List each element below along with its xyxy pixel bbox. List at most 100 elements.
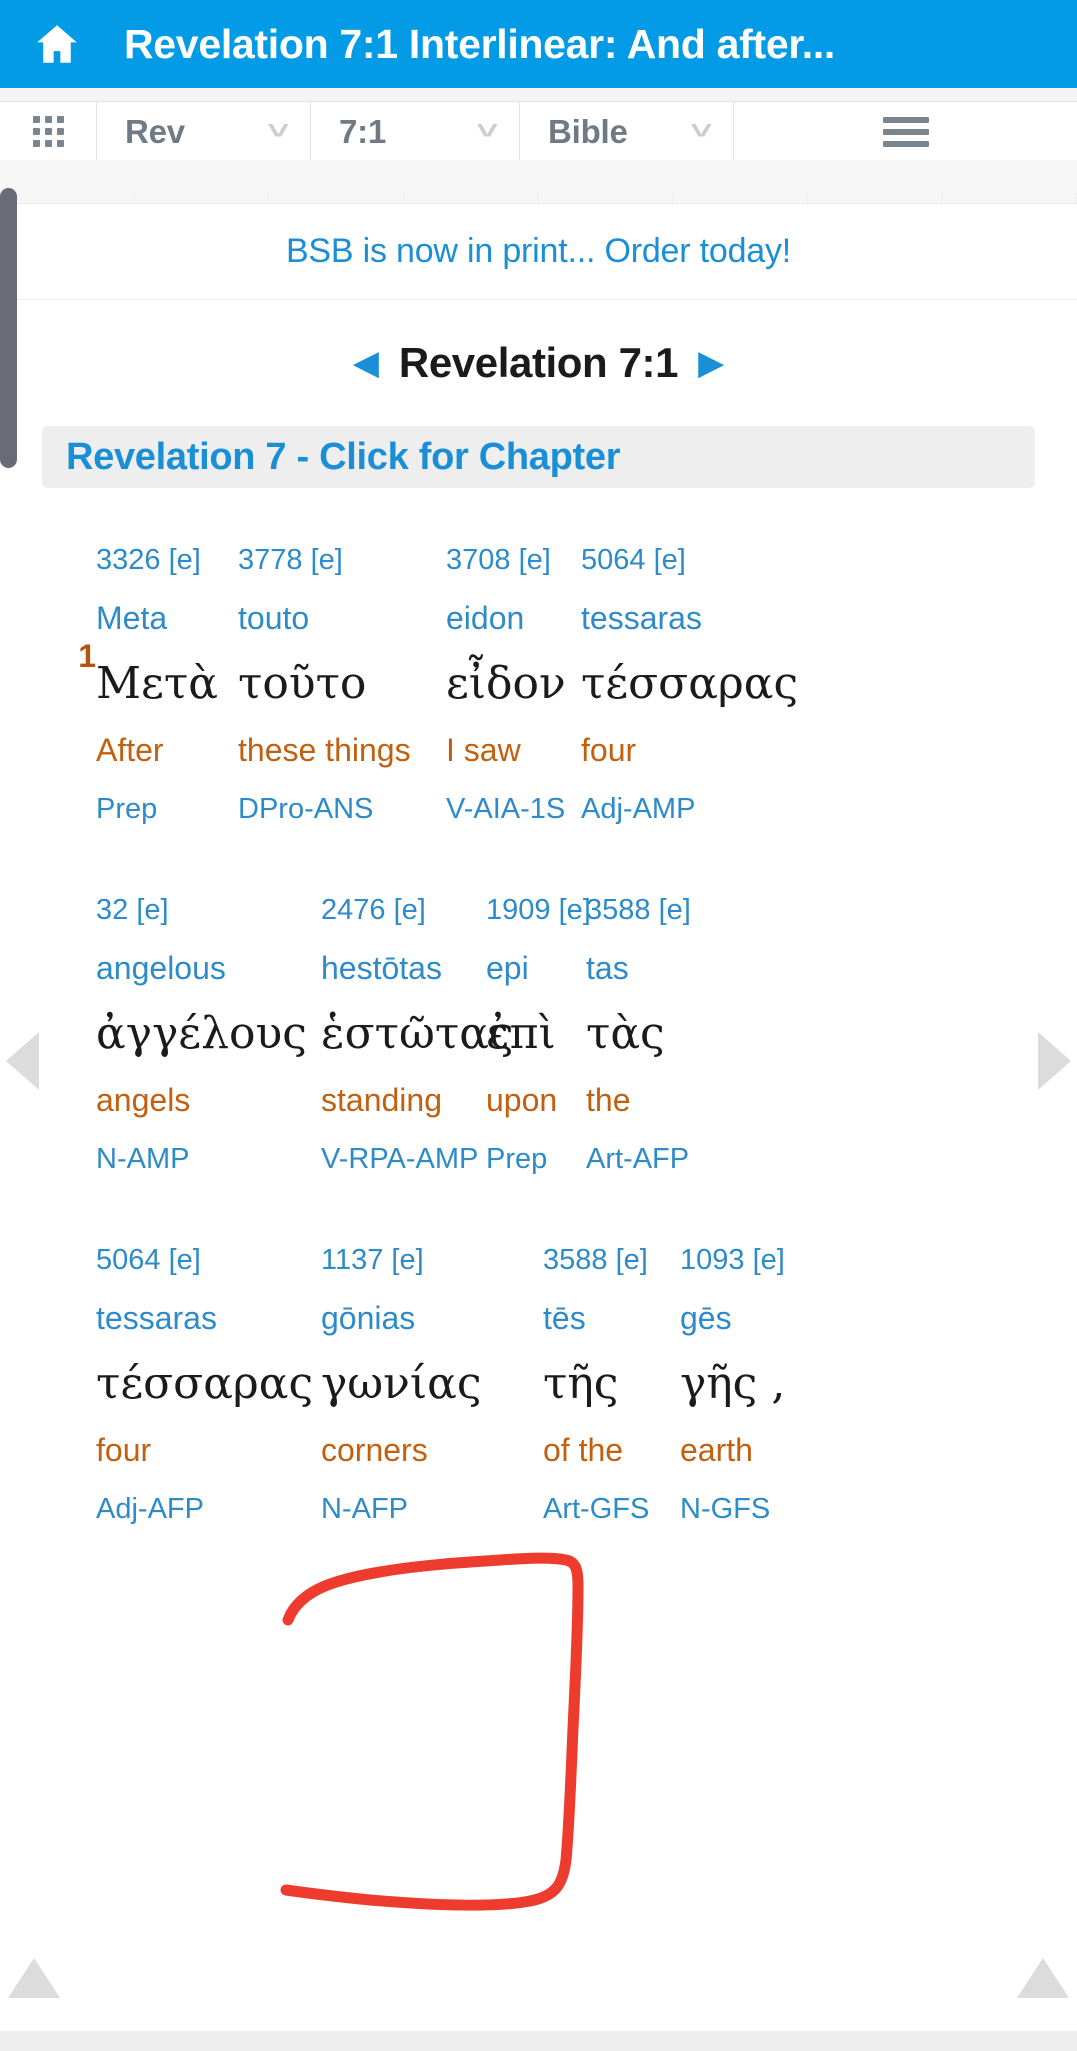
transliteration-link[interactable]: tēs — [543, 1288, 662, 1348]
english-gloss: earth — [680, 1432, 753, 1468]
parsing-code-link[interactable]: V-AIA-1S — [446, 780, 565, 838]
interlinear-row: 32 [e] angelous ἀγγέλους angels N-AMP 2476 [e… — [0, 882, 1077, 1188]
verse-number — [52, 882, 96, 988]
navigation-toolbar: Rev ˅ 7:1 ˅ Bible ˅ — [0, 88, 1077, 161]
vertical-scrollbar-thumb[interactable] — [0, 188, 17, 468]
greek-word-text: ἐπὶ — [486, 1008, 556, 1059]
greek-word[interactable]: ἀγγέλους — [96, 998, 307, 1070]
english-gloss: corners — [321, 1432, 428, 1468]
strongs-number-link[interactable]: 32 [e] — [96, 882, 303, 938]
page-left-arrow[interactable] — [6, 1032, 39, 1090]
greek-word[interactable]: γῆς , — [680, 1348, 812, 1420]
promo-banner: BSB is now in print... Order today! — [0, 204, 1077, 300]
greek-word[interactable]: τὰς — [586, 998, 718, 1070]
strongs-number-link[interactable]: 3778 [e] — [238, 532, 428, 588]
chapter-link-bar[interactable]: Revelation 7 - Click for Chapter — [42, 426, 1035, 488]
grid-apps-icon — [32, 116, 64, 147]
greek-word-text: ἀγγέλους — [96, 1008, 307, 1059]
strongs-number-link[interactable]: 5064 [e] — [96, 1232, 303, 1288]
greek-word[interactable]: τέσσαρας — [581, 648, 798, 720]
greek-word-text: τὰς — [586, 1008, 665, 1059]
strongs-number-link[interactable]: 2476 [e] — [321, 882, 468, 938]
parsing-code-link[interactable]: Art-AFP — [586, 1130, 718, 1188]
verse-select[interactable]: 7:1 ˅ — [311, 102, 520, 161]
greek-word[interactable]: τοῦτο — [238, 648, 428, 720]
parsing-code-link[interactable]: N-AMP — [96, 1130, 303, 1188]
parsing-code-link[interactable]: V-RPA-AMP — [321, 1130, 478, 1188]
scroll-up-arrow-left[interactable] — [8, 1958, 60, 1998]
verse-select-value: 7:1 — [339, 112, 387, 150]
greek-word[interactable]: τέσσαρας — [96, 1348, 313, 1420]
chapter-link[interactable]: Revelation 7 - Click for Chapter — [66, 436, 621, 479]
strip-ticks — [0, 193, 1077, 203]
parsing-code-link[interactable]: Prep — [96, 780, 220, 838]
transliteration-link[interactable]: eidon — [446, 588, 563, 648]
interlinear-table: 1 3326 [e] Meta Μετὰ After Prep 3778 [e] touto τ… — [0, 532, 1077, 1538]
strongs-number-link[interactable]: 3588 [e] — [543, 1232, 662, 1288]
previous-verse-arrow-icon[interactable]: ◀ — [353, 346, 379, 380]
parsing-code-link[interactable]: N-GFS — [680, 1480, 812, 1538]
strongs-number-link[interactable]: 3588 [e] — [586, 882, 718, 938]
greek-word[interactable]: ἐπὶ — [486, 998, 568, 1070]
parsing-code-link[interactable]: Adj-AFP — [96, 1480, 303, 1538]
transliteration-link[interactable]: epi — [486, 938, 568, 998]
strongs-number-link[interactable]: 3708 [e] — [446, 532, 563, 588]
interlinear-word-cell: 3326 [e] Meta Μετὰ After Prep — [96, 532, 238, 838]
greek-word-text: γῆς — [680, 1358, 758, 1409]
transliteration-link[interactable]: tessaras — [581, 588, 783, 648]
hamburger-menu-icon — [882, 111, 929, 153]
greek-word-text: ἑστῶτας — [321, 1008, 514, 1059]
greek-word[interactable]: ἑστῶτας — [321, 998, 514, 1070]
transliteration-link[interactable]: tas — [586, 938, 718, 998]
interlinear-word-cell: 2476 [e] hestōtas ἑστῶτας standing V-RPA-AMP — [321, 882, 514, 1188]
verse-number: 1 — [78, 638, 96, 674]
strongs-number-link[interactable]: 5064 [e] — [581, 532, 783, 588]
english-gloss: I saw — [446, 732, 521, 768]
greek-word[interactable]: γωνίας — [321, 1348, 525, 1420]
greek-word[interactable]: τῆς — [543, 1348, 662, 1420]
home-icon[interactable] — [30, 19, 84, 69]
strongs-number-link[interactable]: 1137 [e] — [321, 1232, 525, 1288]
transliteration-link[interactable]: Meta — [96, 588, 220, 648]
transliteration-link[interactable]: touto — [238, 588, 428, 648]
strongs-number-link[interactable]: 1909 [e] — [486, 882, 591, 938]
greek-word-text: τοῦτο — [238, 658, 367, 709]
parsing-code-link[interactable]: Prep — [486, 1130, 568, 1188]
interlinear-word-cell: 1093 [e] gēs γῆς , earth N-GFS — [680, 1232, 830, 1538]
apps-grid-button[interactable] — [0, 102, 97, 161]
interlinear-word-cell: 1909 [e] epi ἐπὶ upon Prep — [486, 882, 591, 1188]
menu-button[interactable] — [734, 102, 1077, 161]
version-select[interactable]: Bible ˅ — [520, 102, 734, 161]
verse-number — [52, 1232, 96, 1338]
page-content: BSB is now in print... Order today! ◀ Re… — [0, 204, 1077, 2051]
chevron-down-icon: ˅ — [267, 117, 290, 145]
bottom-status-bar — [0, 2031, 1077, 2051]
interlinear-row: 1 3326 [e] Meta Μετὰ After Prep 3778 [e] touto τ… — [0, 532, 1077, 838]
interlinear-word-cell: 5064 [e] tessaras τέσσαρας four Adj-AMP — [581, 532, 801, 838]
toolbar-underlay-strip — [0, 160, 1077, 204]
strongs-number-link[interactable]: 3326 [e] — [96, 532, 220, 588]
parsing-code-link[interactable]: Art-GFS — [543, 1480, 662, 1538]
greek-word-text: Μετὰ — [96, 658, 218, 709]
parsing-code-link[interactable]: DPro-ANS — [238, 780, 428, 838]
transliteration-link[interactable]: gōnias — [321, 1288, 525, 1348]
greek-word-text: τῆς — [543, 1358, 619, 1409]
book-select[interactable]: Rev ˅ — [97, 102, 311, 161]
english-gloss: four — [96, 1432, 152, 1468]
greek-word[interactable]: εἶδον — [446, 648, 566, 720]
scroll-up-arrow-right[interactable] — [1017, 1958, 1069, 1998]
chevron-down-icon: ˅ — [690, 117, 713, 145]
promo-link[interactable]: BSB is now in print... Order today! — [286, 232, 791, 271]
transliteration-link[interactable]: gēs — [680, 1288, 812, 1348]
next-verse-arrow-icon[interactable]: ▶ — [698, 346, 724, 380]
transliteration-link[interactable]: angelous — [96, 938, 303, 998]
parsing-code-link[interactable]: Adj-AMP — [581, 780, 783, 838]
strongs-number-link[interactable]: 1093 [e] — [680, 1232, 812, 1288]
transliteration-link[interactable]: hestōtas — [321, 938, 468, 998]
transliteration-link[interactable]: tessaras — [96, 1288, 303, 1348]
parsing-code-link[interactable]: N-AFP — [321, 1480, 525, 1538]
greek-word[interactable]: Μετὰ — [96, 648, 220, 720]
interlinear-word-cell: 3588 [e] tēs τῆς of the Art-GFS — [543, 1232, 680, 1538]
greek-word-text: εἶδον — [446, 658, 566, 709]
page-right-arrow[interactable] — [1038, 1032, 1071, 1090]
